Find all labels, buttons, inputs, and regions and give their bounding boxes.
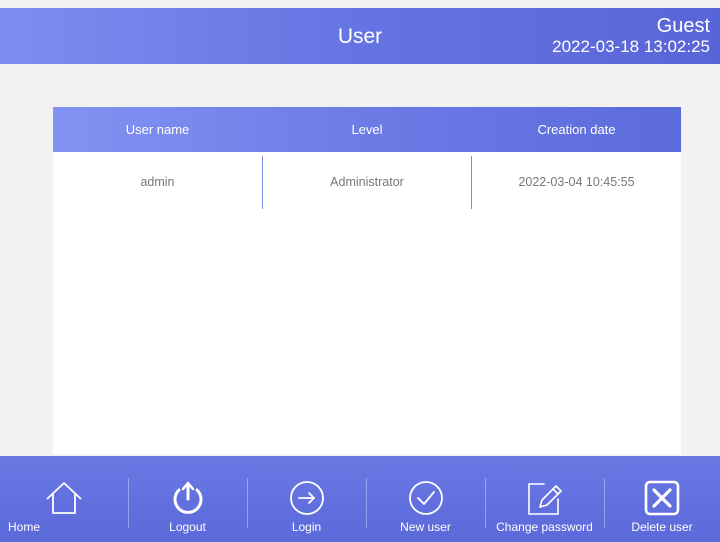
current-datetime: 2022-03-18 13:02:25: [552, 37, 710, 56]
user-table: User name Level Creation date admin Admi…: [53, 107, 681, 454]
column-header-creation-date[interactable]: Creation date: [472, 107, 681, 152]
cell-creation-date: 2022-03-04 10:45:55: [518, 175, 635, 189]
delete-user-label: Delete user: [631, 520, 693, 534]
cell-user-name: admin: [140, 175, 175, 189]
check-circle-icon: [408, 481, 443, 515]
table-header: User name Level Creation date: [53, 107, 681, 152]
arrow-right-circle-icon: [289, 481, 324, 515]
power-icon: [173, 481, 202, 514]
close-box-icon: [644, 480, 680, 516]
table-row[interactable]: admin Administrator 2022-03-04 10:45:55: [53, 152, 681, 215]
new-user-button[interactable]: New user: [366, 456, 485, 542]
change-password-label: Change password: [496, 520, 593, 534]
home-button[interactable]: Home: [8, 456, 120, 542]
current-user: Guest: [656, 15, 710, 37]
change-password-button[interactable]: Change password: [485, 456, 604, 542]
login-label: Login: [291, 520, 322, 534]
login-button[interactable]: Login: [247, 456, 366, 542]
bottom-toolbar: Home Logout Login New user Change passwo…: [0, 456, 720, 542]
delete-user-button[interactable]: Delete user: [604, 456, 720, 542]
column-header-user-name[interactable]: User name: [53, 107, 262, 152]
home-icon: [46, 482, 82, 514]
logout-button[interactable]: Logout: [128, 456, 247, 542]
column-header-level[interactable]: Level: [262, 107, 472, 152]
edit-pen-icon: [527, 483, 562, 515]
logout-label: Logout: [169, 520, 206, 534]
header-bar: User Guest 2022-03-18 13:02:25: [0, 8, 720, 64]
cell-level: Administrator: [330, 175, 404, 189]
new-user-label: New user: [400, 520, 451, 534]
home-label: Home: [7, 520, 40, 534]
